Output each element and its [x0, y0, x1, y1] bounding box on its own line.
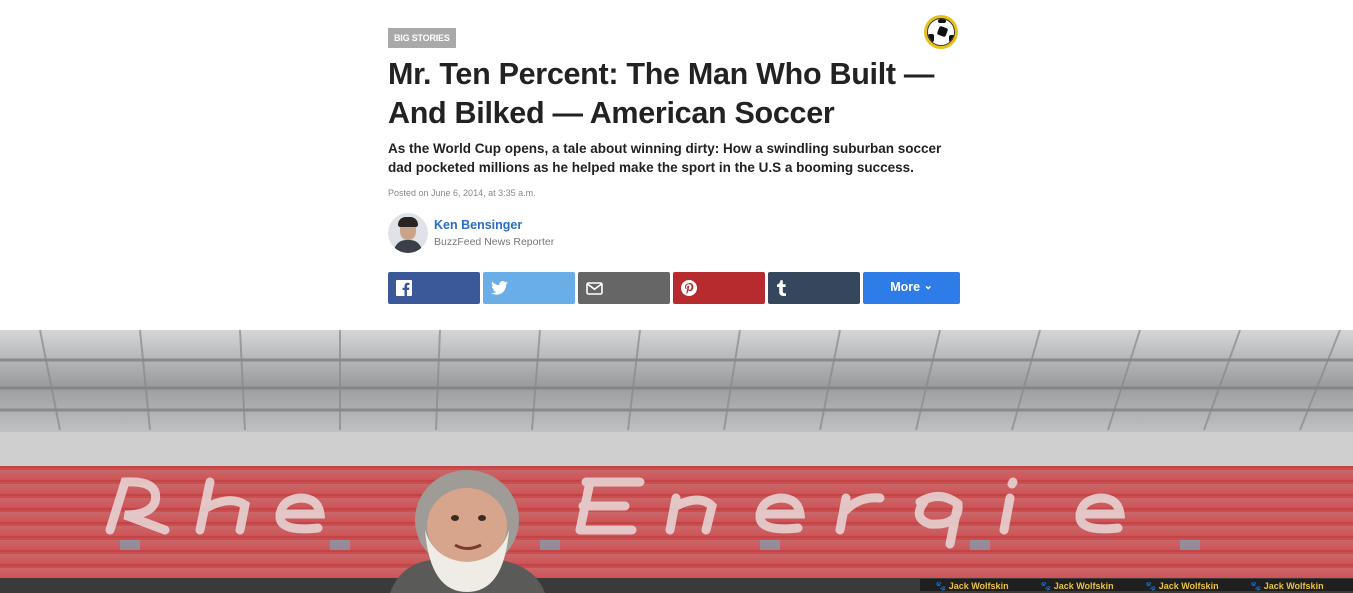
dek-line-1: As the World Cup opens, a tale about win… — [388, 141, 942, 156]
share-bar: More ⌄ — [388, 272, 960, 304]
pinterest-icon — [681, 280, 697, 296]
article-title: Mr. Ten Percent: The Man Who Built — And… — [388, 55, 968, 133]
facebook-share-button[interactable] — [388, 272, 480, 304]
soccer-ball-badge-icon[interactable] — [924, 15, 958, 49]
facebook-icon — [396, 280, 412, 296]
author-name-link[interactable]: Ken Bensinger — [434, 218, 522, 232]
title-line-1: Mr. Ten Percent: The Man Who Built — — [388, 57, 935, 91]
hero-image: 🐾 Jack Wolfskin 🐾 Jack Wolfskin 🐾 Jack Wo… — [0, 330, 1353, 593]
svg-text:🐾 Jack Wolfskin: 🐾 Jack Wolfskin — [1145, 581, 1219, 591]
svg-text:🐾 Jack Wolfskin: 🐾 Jack Wolfskin — [1040, 581, 1114, 591]
svg-text:🐾 Jack Wolfskin: 🐾 Jack Wolfskin — [935, 581, 1009, 591]
twitter-share-button[interactable] — [483, 272, 575, 304]
posted-timestamp: Posted on June 6, 2014, at 3:35 a.m. — [388, 188, 536, 198]
category-badge[interactable]: BIG STORIES — [388, 28, 456, 48]
envelope-icon — [586, 281, 603, 295]
tumblr-share-button[interactable] — [768, 272, 860, 304]
article-dek: As the World Cup opens, a tale about win… — [388, 140, 960, 177]
title-line-2: And Bilked — American Soccer — [388, 96, 835, 130]
more-label: More — [890, 280, 921, 294]
chevron-down-icon: ⌄ — [923, 280, 933, 292]
tumblr-icon — [776, 280, 788, 296]
more-share-button[interactable]: More ⌄ — [863, 272, 960, 304]
dek-line-2: dad pocketed millions as he helped make … — [388, 159, 914, 175]
author-avatar[interactable] — [388, 213, 428, 253]
twitter-icon — [491, 281, 508, 295]
author-role: BuzzFeed News Reporter — [434, 236, 555, 248]
email-share-button[interactable] — [578, 272, 670, 304]
pinterest-share-button[interactable] — [673, 272, 765, 304]
svg-text:🐾 Jack Wolfskin: 🐾 Jack Wolfskin — [1250, 581, 1324, 591]
